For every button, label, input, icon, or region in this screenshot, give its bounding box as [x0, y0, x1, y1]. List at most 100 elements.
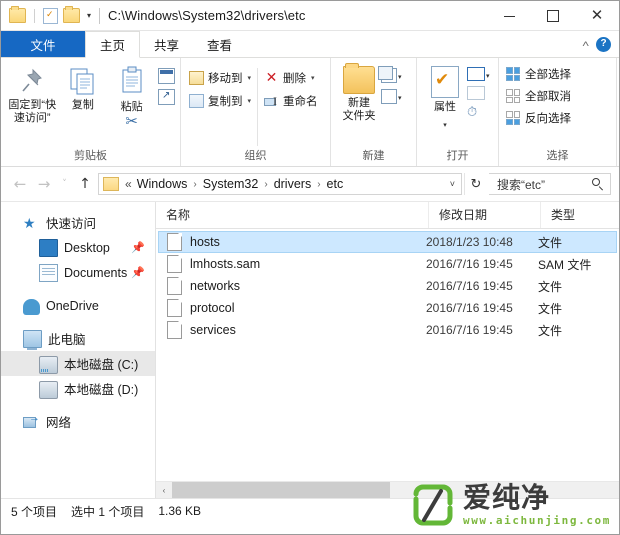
easy-access-button[interactable]: ▾ [381, 89, 402, 104]
chevron-down-icon[interactable]: ▾ [248, 74, 252, 82]
new-item-button[interactable]: ▾ [378, 66, 402, 83]
title-bar: ▾ C:\Windows\System32\drivers\etc ✕ [1, 1, 619, 31]
tab-view[interactable]: 查看 [193, 31, 246, 57]
breadcrumb-item-etc[interactable]: etc [325, 177, 346, 191]
back-button[interactable]: ← [9, 172, 31, 196]
file-date: 2016/7/16 19:45 [426, 301, 513, 315]
pin-to-quick-access-button[interactable]: 固定到“快 速访问” [6, 64, 59, 125]
help-icon[interactable]: ? [596, 36, 611, 52]
rename-button[interactable]: 重命名 [264, 93, 318, 109]
chevron-down-icon[interactable]: ▾ [85, 11, 93, 20]
file-name: services [190, 323, 236, 337]
table-row[interactable]: services 2016/7/16 19:45 文件 [158, 319, 617, 341]
file-pane: 名称 修改日期 类型 hosts 2018/1/23 10:48 文件 lmho… [156, 202, 619, 498]
collapse-ribbon-icon[interactable]: ˄ [582, 39, 589, 49]
tab-file[interactable]: 文件 [1, 31, 85, 57]
search-box[interactable]: 搜索“etc” [489, 173, 611, 195]
chevron-down-icon[interactable]: ▾ [398, 68, 402, 81]
new-folder-icon[interactable] [63, 6, 80, 23]
copy-path-icon[interactable] [158, 68, 175, 84]
horizontal-scrollbar[interactable]: ‹ [156, 481, 619, 498]
address-dropdown-icon[interactable]: ˅ [446, 179, 459, 189]
close-button[interactable]: ✕ [575, 1, 619, 30]
file-icon [167, 255, 182, 273]
search-input[interactable]: 搜索“etc” [497, 176, 592, 193]
window-controls: ✕ [487, 1, 619, 30]
refresh-button[interactable]: ↻ [464, 173, 487, 195]
file-name-cell: networks [159, 277, 426, 295]
paste-button[interactable]: 粘贴 ✂ [107, 64, 156, 129]
breadcrumb-separator[interactable]: › [313, 179, 324, 190]
sidebar-item-onedrive[interactable]: OneDrive [1, 293, 155, 318]
table-row[interactable]: protocol 2016/7/16 19:45 文件 [158, 297, 617, 319]
local-disk-c-icon [39, 355, 58, 374]
sidebar-item-local-disk-d[interactable]: 本地磁盘 (D:) [1, 376, 155, 401]
select-all-button[interactable]: 全部选择 [506, 66, 571, 82]
table-row[interactable]: networks 2016/7/16 19:45 文件 [158, 275, 617, 297]
sidebar-item-quick-access[interactable]: ★ 快速访问 [1, 210, 155, 235]
breadcrumb-item-drivers[interactable]: drivers [272, 177, 314, 191]
address-bar-actions: ˅ [446, 179, 459, 189]
new-folder-button[interactable]: 新建 文件夹 [337, 63, 381, 123]
table-row[interactable]: lmhosts.sam 2016/7/16 19:45 SAM 文件 [158, 253, 617, 275]
breadcrumb-item-system32[interactable]: System32 [201, 177, 261, 191]
select-none-button[interactable]: 全部取消 [506, 88, 571, 104]
tab-home[interactable]: 主页 [85, 31, 141, 58]
breadcrumb-overflow[interactable]: « [123, 177, 135, 191]
sidebar-item-label: 本地磁盘 (D:) [64, 383, 139, 397]
sidebar-item-documents[interactable]: Documents 📌 [1, 260, 155, 285]
maximize-button[interactable] [531, 1, 575, 30]
chevron-down-icon[interactable]: ▾ [248, 97, 252, 105]
chevron-down-icon[interactable]: ▾ [398, 89, 402, 102]
scroll-left-icon[interactable]: ‹ [156, 482, 172, 498]
properties-button[interactable]: 属性 ▾ [423, 64, 467, 132]
chevron-down-icon[interactable]: ▾ [311, 74, 315, 82]
table-row[interactable]: hosts 2018/1/23 10:48 文件 [158, 231, 617, 253]
recent-locations-button[interactable]: ˅ [57, 172, 72, 196]
minimize-button[interactable] [487, 1, 531, 30]
up-button[interactable]: ↑ [74, 172, 96, 196]
chevron-down-icon[interactable]: ▾ [443, 114, 447, 132]
select-none-label: 全部取消 [525, 91, 571, 103]
copy-to-button[interactable]: 复制到 ▾ [189, 93, 251, 109]
sidebar-item-desktop[interactable]: Desktop 📌 [1, 235, 155, 260]
folder-icon[interactable] [9, 6, 26, 23]
column-header-name[interactable]: 名称 [156, 202, 429, 228]
column-header-type[interactable]: 类型 [541, 202, 619, 228]
delete-button[interactable]: ✕ 删除 ▾ [264, 70, 318, 86]
sidebar-item-network[interactable]: 网络 [1, 409, 155, 434]
file-name-cell: services [159, 321, 426, 339]
open-icon [467, 67, 485, 81]
scrollbar-thumb[interactable] [172, 482, 390, 498]
cut-scissors-icon[interactable]: ✂ [125, 114, 138, 129]
edit-button[interactable] [467, 86, 490, 100]
breadcrumb-separator[interactable]: › [189, 179, 200, 190]
sidebar-item-this-pc[interactable]: 此电脑 [1, 326, 155, 351]
paste-icon [118, 66, 146, 98]
chevron-down-icon[interactable]: ▾ [486, 67, 490, 80]
forward-button[interactable]: → [33, 172, 55, 196]
tab-share[interactable]: 共享 [140, 31, 193, 57]
ribbon-group-clipboard: 固定到“快 速访问” 复制 粘贴 ✂ ↗ 剪贴板 [1, 58, 181, 166]
breadcrumb[interactable]: « Windows › System32 › drivers › etc ˅ [98, 173, 462, 195]
select-none-icon [506, 89, 520, 103]
tab-file-label: 文件 [30, 38, 56, 53]
file-explorer-window: ▾ C:\Windows\System32\drivers\etc ✕ 文件 主… [0, 0, 620, 535]
pin-icon[interactable]: 📌 [131, 241, 155, 254]
open-button[interactable]: ▾ [467, 67, 490, 81]
open-small-buttons: ▾ ⏱ [467, 64, 490, 119]
breadcrumb-separator[interactable]: › [260, 179, 271, 190]
breadcrumb-item-windows[interactable]: Windows [135, 177, 190, 191]
sidebar-item-local-disk-c[interactable]: 本地磁盘 (C:) [1, 351, 155, 376]
invert-selection-button[interactable]: 反向选择 [506, 110, 571, 126]
properties-icon[interactable] [43, 7, 58, 24]
maximize-icon [547, 9, 559, 22]
ribbon-group-label-clipboard: 剪贴板 [74, 150, 107, 162]
rename-label: 重命名 [283, 96, 318, 108]
move-to-button[interactable]: 移动到 ▾ [189, 70, 251, 86]
pin-icon[interactable]: 📌 [131, 266, 155, 279]
paste-shortcut-icon[interactable] [158, 89, 175, 105]
history-button[interactable]: ⏱ [467, 105, 490, 119]
column-header-date[interactable]: 修改日期 [429, 202, 541, 228]
copy-button[interactable]: 复制 [59, 64, 108, 112]
